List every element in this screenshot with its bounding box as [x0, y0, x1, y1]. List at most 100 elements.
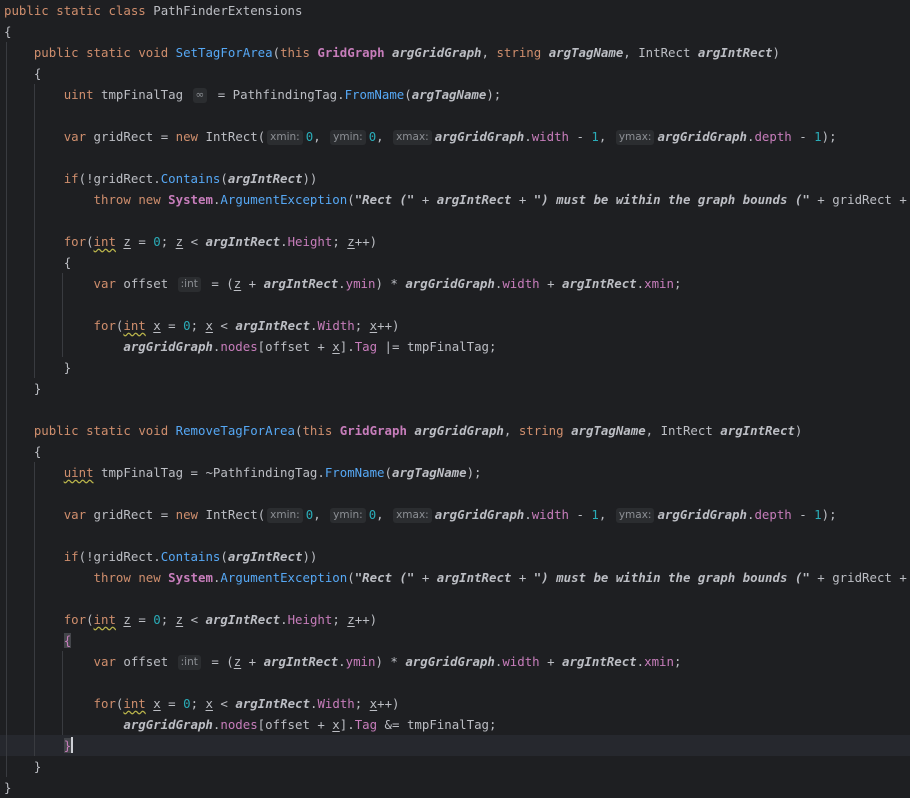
code-line[interactable]: {: [0, 21, 910, 42]
code-line[interactable]: {: [0, 630, 910, 651]
indent-guide: [34, 630, 35, 651]
code-line[interactable]: var gridRect = new IntRect(xmin: 0, ymin:…: [0, 126, 910, 147]
variable: z: [347, 612, 355, 627]
indent-guide: [34, 189, 35, 210]
variable: x: [153, 318, 161, 333]
number: 1: [814, 507, 822, 522]
keyword: class: [108, 3, 146, 18]
parameter: argGridGraph: [405, 276, 495, 291]
indent-guide: [62, 693, 63, 714]
code-line[interactable]: for(int x = 0; x < argIntRect.Width; x++…: [0, 693, 910, 714]
indent-guide: [34, 84, 35, 105]
code-line[interactable]: argGridGraph.nodes[offset + x].Tag |= tm…: [0, 336, 910, 357]
code-line[interactable]: var offset :int = (z + argIntRect.ymin) …: [0, 651, 910, 672]
code-line[interactable]: throw new System.ArgumentException("Rect…: [0, 567, 910, 588]
code-line[interactable]: [0, 210, 910, 231]
parameter: argIntRect: [436, 192, 512, 207]
parameter: argGridGraph: [657, 507, 747, 522]
indent-guide: [34, 525, 35, 546]
code-line[interactable]: var gridRect = new IntRect(xmin: 0, ymin:…: [0, 504, 910, 525]
indent-guide: [6, 441, 7, 462]
code-line[interactable]: [0, 525, 910, 546]
indent-guide: [62, 294, 63, 315]
brace-matched: {: [63, 633, 72, 648]
keyword: static: [86, 45, 131, 60]
variable: tmpFinalTag: [406, 717, 489, 732]
parameter: argIntRect: [697, 45, 773, 60]
indent-guide: [6, 126, 7, 147]
method-call: Contains: [160, 549, 221, 564]
keyword: static: [56, 3, 101, 18]
code-line[interactable]: [0, 147, 910, 168]
code-editor[interactable]: public static class PathFinderExtensions…: [0, 0, 910, 795]
variable: x: [332, 339, 340, 354]
code-line[interactable]: [0, 294, 910, 315]
code-line[interactable]: for(int z = 0; z < argIntRect.Height; z+…: [0, 609, 910, 630]
code-line[interactable]: var offset :int = (z + argIntRect.ymin) …: [0, 273, 910, 294]
code-line-current[interactable]: }: [0, 735, 910, 756]
parameter: argTagName: [411, 87, 487, 102]
brace: {: [33, 66, 42, 81]
code-line[interactable]: }: [0, 777, 910, 798]
parameter: argIntRect: [263, 276, 339, 291]
code-line[interactable]: [0, 399, 910, 420]
parameter: argTagName: [571, 423, 646, 438]
parameter: argIntRect: [227, 171, 303, 186]
keyword: this: [302, 423, 333, 438]
code-line[interactable]: }: [0, 378, 910, 399]
member: depth: [754, 507, 792, 522]
variable: gridRect: [93, 549, 154, 564]
member: ymin: [345, 276, 376, 291]
string-literal: "Rect (": [354, 570, 415, 585]
code-line[interactable]: [0, 483, 910, 504]
indent-guide: [6, 609, 7, 630]
indent-guide: [62, 315, 63, 336]
keyword: void: [138, 45, 169, 60]
parameter: argIntRect: [205, 612, 281, 627]
keyword: int: [123, 696, 146, 711]
code-line[interactable]: [0, 588, 910, 609]
parameter: argTagName: [548, 45, 624, 60]
code-line[interactable]: public static void SetTagForArea(this Gr…: [0, 42, 910, 63]
infinity-icon[interactable]: ∞: [192, 88, 208, 103]
operator: |=: [384, 339, 400, 354]
code-line[interactable]: public static class PathFinderExtensions: [0, 0, 910, 21]
code-line[interactable]: uint tmpFinalTag = ~PathfindingTag.FromN…: [0, 462, 910, 483]
param-hint: xmin:: [267, 130, 303, 145]
code-line[interactable]: if(!gridRect.Contains(argIntRect)): [0, 546, 910, 567]
code-line[interactable]: argGridGraph.nodes[offset + x].Tag &= tm…: [0, 714, 910, 735]
parameter: argIntRect: [562, 654, 637, 669]
keyword: for: [93, 318, 116, 333]
code-line[interactable]: }: [0, 756, 910, 777]
keyword: string: [496, 45, 542, 60]
number: 0: [153, 612, 161, 627]
indent-guide: [6, 651, 7, 672]
indent-guide: [34, 546, 35, 567]
code-line[interactable]: {: [0, 441, 910, 462]
keyword: new: [175, 129, 199, 144]
brace: {: [33, 444, 42, 459]
code-line[interactable]: if(!gridRect.Contains(argIntRect)): [0, 168, 910, 189]
number: 0: [183, 318, 191, 333]
type-name: IntRect: [660, 423, 713, 438]
indent-guide: [6, 105, 7, 126]
code-line[interactable]: [0, 672, 910, 693]
variable: z: [233, 654, 242, 669]
variable: offset: [123, 654, 169, 669]
variable: offset: [265, 339, 310, 354]
code-line[interactable]: for(int z = 0; z < argIntRect.Height; z+…: [0, 231, 910, 252]
code-line[interactable]: uint tmpFinalTag ∞ = PathfindingTag.From…: [0, 84, 910, 105]
member: xmin: [644, 276, 674, 291]
code-line[interactable]: for(int x = 0; x < argIntRect.Width; x++…: [0, 315, 910, 336]
code-line[interactable]: {: [0, 252, 910, 273]
variable: z: [347, 234, 355, 249]
member: nodes: [220, 717, 258, 732]
code-line[interactable]: }: [0, 357, 910, 378]
keyword: new: [138, 192, 161, 207]
code-line[interactable]: [0, 105, 910, 126]
code-line[interactable]: throw new System.ArgumentException("Rect…: [0, 189, 910, 210]
indent-guide: [6, 504, 7, 525]
code-line[interactable]: {: [0, 63, 910, 84]
keyword: var: [63, 507, 87, 522]
code-line[interactable]: public static void RemoveTagForArea(this…: [0, 420, 910, 441]
